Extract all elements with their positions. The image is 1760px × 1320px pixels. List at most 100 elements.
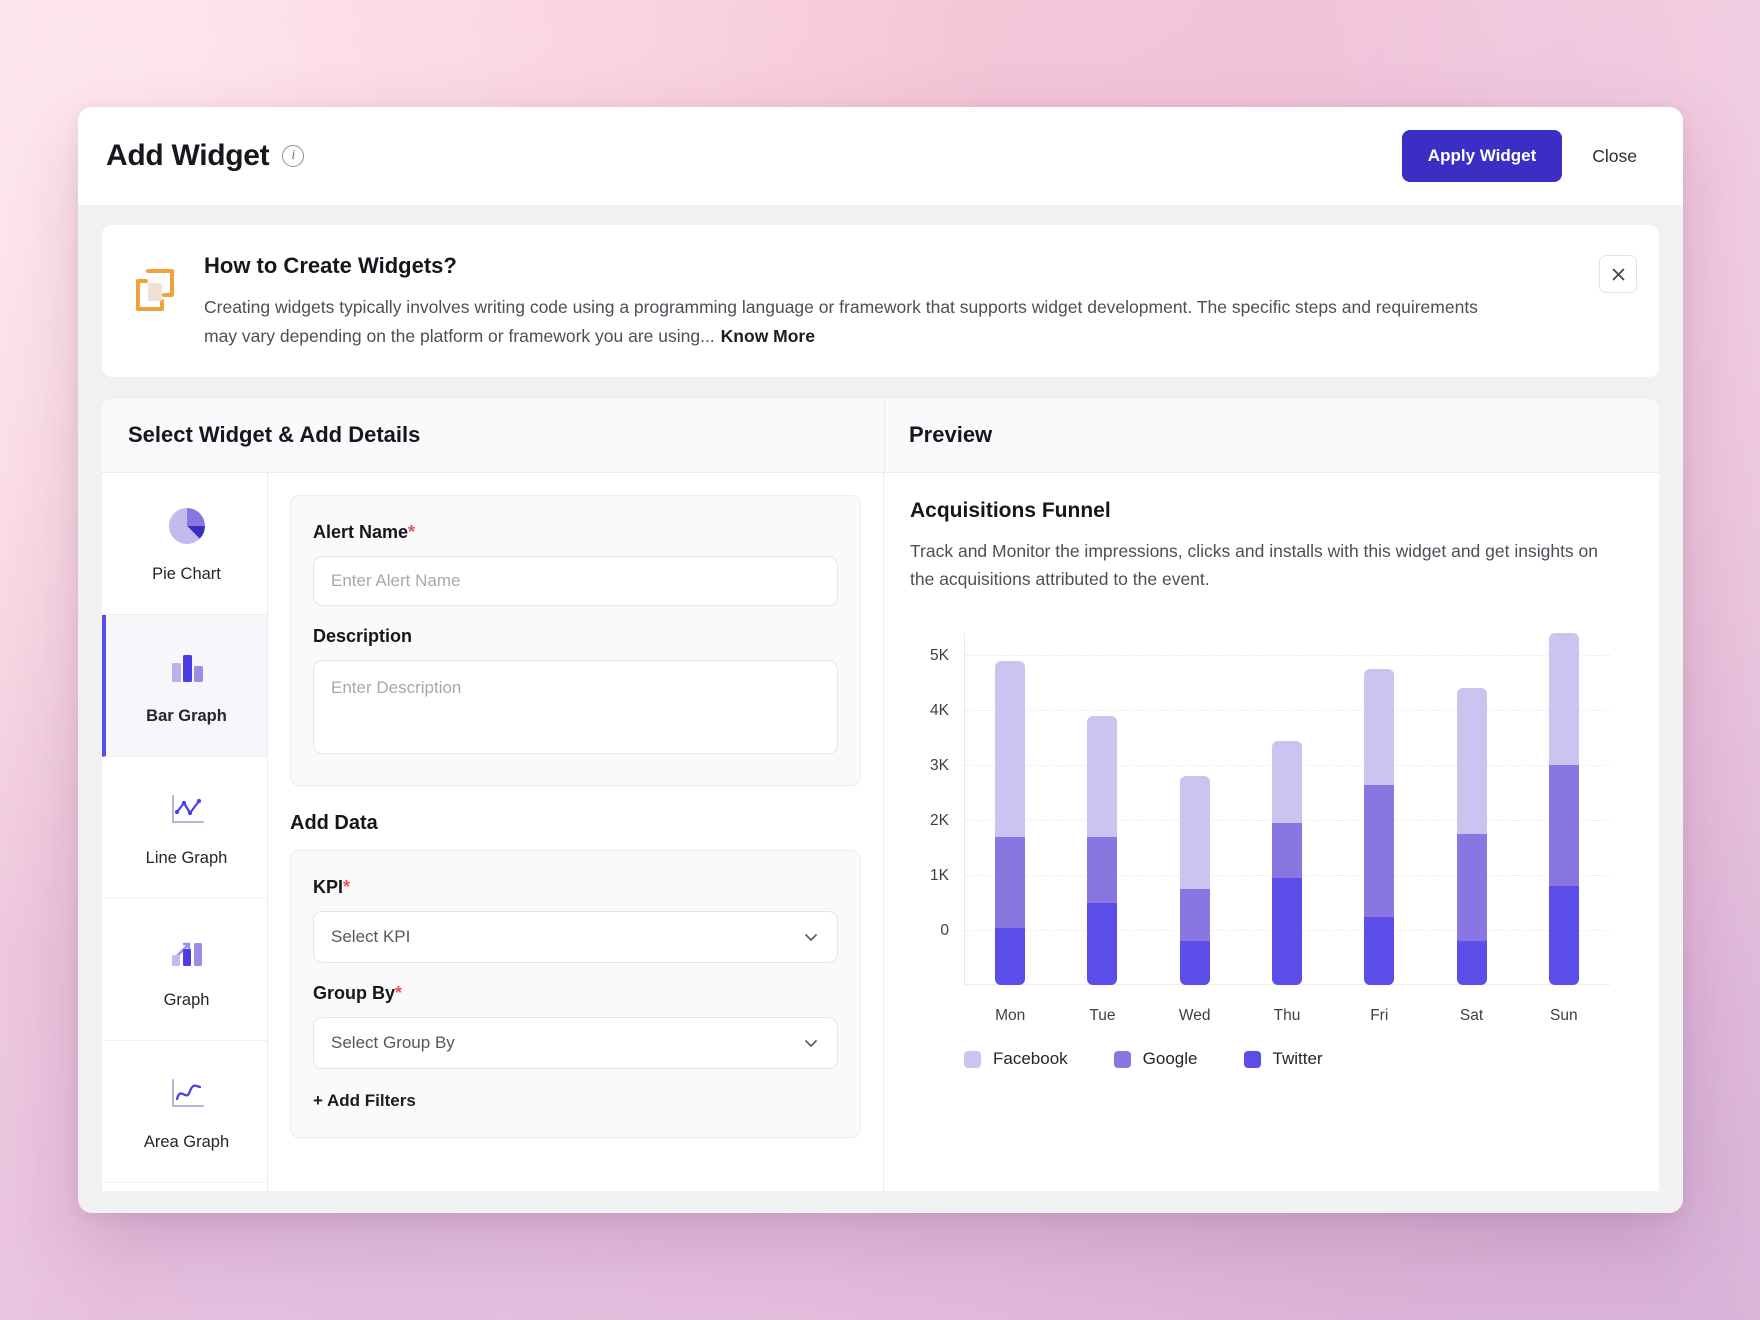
chart-bar-segment — [1456, 834, 1487, 942]
chart-bar-segment — [1456, 688, 1487, 835]
kpi-label: KPI* — [313, 877, 838, 898]
alert-name-input[interactable] — [313, 555, 838, 606]
group-by-select[interactable]: Select Group By — [313, 1016, 838, 1069]
chevron-down-icon — [802, 1034, 820, 1052]
widget-type-label: Pie Chart — [152, 564, 221, 583]
chart-bar-segment — [1271, 740, 1302, 824]
widget-type-area-graph[interactable]: Area Graph — [102, 1040, 267, 1183]
title-group: Add Widget i — [106, 139, 305, 173]
area-graph-icon — [161, 1071, 213, 1117]
chart-bar-slot — [1429, 633, 1515, 986]
description-label: Description — [313, 625, 413, 646]
line-graph-icon — [161, 787, 213, 833]
chart-bar-segment — [1179, 889, 1210, 942]
bar-graph-icon — [161, 645, 213, 691]
widget-type-label: Area Graph — [143, 1132, 230, 1151]
close-button[interactable]: Close — [1592, 146, 1637, 167]
modal-body: How to Create Widgets? Creating widgets … — [78, 205, 1683, 1213]
chart-x-label: Thu — [1273, 1007, 1301, 1025]
info-icon[interactable]: i — [282, 145, 305, 167]
chart-legend: Facebook Google Twitter — [964, 1049, 1627, 1069]
chart-bar-slot — [1336, 633, 1422, 986]
chevron-down-icon — [802, 928, 820, 946]
chart-bar-segment — [995, 836, 1026, 928]
group-by-select-value: Select Group By — [331, 1032, 455, 1052]
chart-x-label: Sun — [1550, 1007, 1578, 1025]
chart-bar-segment — [1548, 886, 1579, 986]
table-row[interactable] — [1271, 740, 1302, 986]
header-actions: Apply Widget Close — [1401, 130, 1637, 182]
apply-widget-button[interactable]: Apply Widget — [1401, 130, 1563, 182]
widget-type-rail: Pie Chart Bar Graph Line Graph Graph Are… — [102, 472, 268, 1191]
legend-label: Twitter — [1272, 1049, 1323, 1069]
modal-header: Add Widget i Apply Widget Close — [78, 107, 1683, 205]
chart-bar-segment — [1179, 941, 1210, 986]
chart-bar-segment — [1271, 878, 1302, 986]
chart-bar-segment — [1364, 669, 1395, 785]
group-by-label-text: Group By — [313, 982, 396, 1003]
table-row[interactable] — [1364, 669, 1395, 986]
select-widget-heading: Select Widget & Add Details — [128, 422, 421, 448]
legend-item-facebook[interactable]: Facebook — [964, 1049, 1068, 1069]
chart-y-tick: 4K — [930, 702, 949, 720]
legend-item-twitter[interactable]: Twitter — [1243, 1049, 1323, 1069]
kpi-label-text: KPI — [313, 876, 344, 897]
table-row[interactable] — [995, 660, 1026, 986]
chart-bar-segment — [1548, 765, 1579, 887]
growth-graph-icon — [161, 929, 213, 975]
kpi-select-value: Select KPI — [331, 926, 411, 946]
table-row[interactable] — [1087, 715, 1118, 986]
chart-bar-segment — [1456, 941, 1487, 986]
section-headings: Select Widget & Add Details Preview — [102, 398, 1659, 473]
how-to-banner: How to Create Widgets? Creating widgets … — [102, 225, 1659, 377]
widget-type-bar-graph[interactable]: Bar Graph — [102, 614, 267, 757]
chart-y-tick: 0 — [940, 922, 949, 940]
banner-title: How to Create Widgets? — [204, 253, 457, 278]
banner-description: Creating widgets typically involves writ… — [204, 293, 1504, 351]
chart-bars — [964, 633, 1610, 986]
chart-bar-slot — [1521, 633, 1607, 986]
chart-bar-segment — [995, 927, 1026, 986]
chart-x-label: Sat — [1459, 1007, 1484, 1025]
widget-type-pie-chart[interactable]: Pie Chart — [102, 472, 267, 615]
acquisitions-funnel-chart: 0 1K 2K 3K 4K 5K Mon Tue Wed Thu Fri Sat Sun — [910, 633, 1610, 1033]
chart-x-label: Mon — [995, 1007, 1026, 1025]
alert-name-label: Alert Name* — [313, 522, 838, 543]
alert-name-label-text: Alert Name — [313, 521, 409, 542]
table-row[interactable] — [1179, 776, 1210, 986]
chart-y-tick: 2K — [930, 812, 949, 830]
chart-x-label: Wed — [1178, 1007, 1211, 1025]
description-input[interactable] — [313, 659, 838, 754]
chart-x-label: Tue — [1089, 1007, 1116, 1025]
chart-bar-slot — [1152, 633, 1238, 986]
add-filters-button[interactable]: + Add Filters — [313, 1091, 416, 1111]
content-card: Select Widget & Add Details Preview Pie … — [102, 398, 1659, 1191]
preview-widget-description: Track and Monitor the impressions, click… — [910, 540, 1599, 590]
know-more-link[interactable]: Know More — [721, 326, 815, 346]
banner-text: How to Create Widgets? Creating widgets … — [204, 251, 1637, 351]
required-marker: * — [343, 876, 351, 897]
kpi-select[interactable]: Select KPI — [313, 910, 838, 963]
chart-bar-slot — [1059, 633, 1145, 986]
chart-bar-segment — [1179, 776, 1210, 890]
legend-swatch — [1243, 1050, 1261, 1068]
chart-y-tick: 3K — [930, 757, 949, 775]
chart-bar-segment — [1087, 836, 1118, 903]
chart-bar-slot — [1244, 633, 1330, 986]
preview-heading: Preview — [884, 398, 1659, 472]
close-icon[interactable] — [1599, 255, 1637, 293]
chart-y-tick: 1K — [930, 867, 949, 885]
preview-column: Acquisitions Funnel Track and Monitor th… — [884, 472, 1659, 1191]
add-widget-modal: Add Widget i Apply Widget Close How to C… — [78, 107, 1683, 1213]
chart-bar-segment — [1087, 902, 1118, 986]
required-marker: * — [408, 521, 416, 542]
widget-type-graph[interactable]: Graph — [102, 898, 267, 1041]
table-row[interactable] — [1456, 688, 1487, 986]
widget-type-line-graph[interactable]: Line Graph — [102, 756, 267, 899]
table-row[interactable] — [1548, 633, 1579, 986]
legend-item-google[interactable]: Google — [1113, 1049, 1198, 1069]
widget-type-label: Graph — [163, 990, 210, 1009]
add-data-heading: Add Data — [290, 811, 378, 834]
legend-label: Facebook — [993, 1049, 1068, 1069]
content-columns: Pie Chart Bar Graph Line Graph Graph Are… — [102, 472, 1659, 1191]
